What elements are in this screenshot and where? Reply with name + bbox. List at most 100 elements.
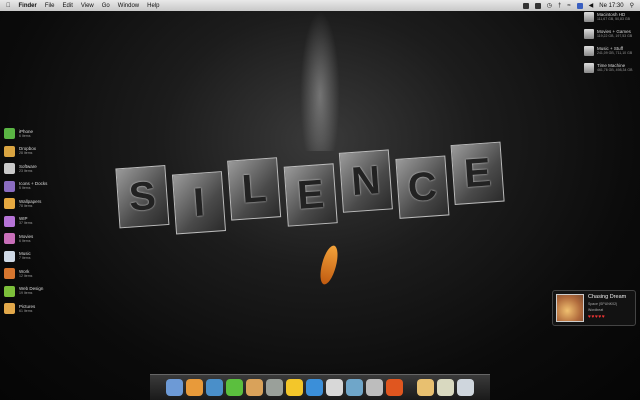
bluetooth-icon[interactable]: †	[558, 3, 561, 9]
folder-text: Dropbox 28 Items	[19, 146, 36, 156]
folder-wallpapers[interactable]: Wallpapers 78 Items	[4, 196, 47, 212]
folder-text: Work 12 Items	[19, 269, 32, 279]
folder-text: iPhone 6 Items	[19, 129, 33, 139]
volume-icon[interactable]: ◀	[589, 2, 594, 9]
folder-work[interactable]: Work 12 Items	[4, 266, 47, 282]
rating-hearts[interactable]: ♥♥♥♥♥	[588, 314, 626, 320]
folder-stack: iPhone 6 Items Dropbox 28 Items Software 23 I…	[4, 126, 47, 317]
folder-count: 78 Items	[19, 203, 33, 208]
clock[interactable]: Ne 17:30	[599, 3, 623, 9]
folder-text: Music 7 Items	[19, 251, 31, 261]
folder-icon	[4, 285, 15, 297]
folder-count: 6 Items	[19, 238, 31, 243]
drive-item[interactable]: Movies + Games 119,22 GB, 197,53 GB	[584, 29, 632, 39]
track-title: Chasing Dream	[588, 294, 627, 300]
time-machine-icon[interactable]: ◷	[547, 2, 552, 9]
art-letter: I	[171, 171, 227, 235]
menu-app-name[interactable]: Finder	[19, 3, 37, 9]
menu-edit[interactable]: Edit	[63, 3, 73, 9]
folder-count: 19 Items	[19, 291, 33, 296]
folder-count: 61 Items	[19, 308, 33, 313]
folder-count: 12 Items	[19, 273, 33, 278]
drive-item[interactable]: Music + Stuff 241,09 GB, 711,10 GB	[584, 46, 632, 56]
folder-icon	[4, 250, 15, 262]
folder-count: 6 Items	[19, 133, 31, 138]
dock-notes-icon[interactable]	[186, 379, 203, 396]
folder-text: Pictures 61 Items	[19, 304, 35, 314]
drive-item[interactable]: Time Machine 461,76 GB, 498,34 GB	[584, 63, 632, 73]
music-widget: Chasing Dream Space (SPUNK02) Wordbeat ♥…	[552, 290, 636, 326]
menu-window[interactable]: Window	[118, 3, 139, 9]
folder-text: Icons + Docks 5 Items	[19, 181, 47, 191]
drives-widget: Macintosh HD 111,67 GB, 50,83 GB Movies + …	[584, 12, 632, 73]
status-icon[interactable]	[534, 2, 541, 9]
art-letter: E	[450, 141, 505, 205]
drive-size: 111,67 GB, 50,83 GB	[597, 17, 630, 21]
folder-icon	[4, 233, 15, 245]
menu-help[interactable]: Help	[147, 3, 159, 9]
hard-drive-icon	[584, 63, 594, 73]
folder-icons-docks[interactable]: Icons + Docks 5 Items	[4, 179, 47, 195]
folder-icon	[4, 180, 15, 192]
folder-icon	[4, 145, 15, 157]
goldfish	[317, 243, 341, 287]
menu-view[interactable]: View	[81, 3, 94, 9]
folder-count: 7 Items	[19, 256, 31, 261]
menu-go[interactable]: Go	[102, 3, 110, 9]
dock-feather-icon[interactable]	[306, 379, 323, 396]
art-letter: S	[115, 165, 170, 229]
dock-itunes-icon[interactable]	[266, 379, 283, 396]
folder-icon	[4, 128, 15, 140]
track-album: Wordbeat	[588, 308, 604, 312]
flag-icon[interactable]	[576, 2, 583, 9]
dock-downloads-icon[interactable]	[417, 379, 434, 396]
dock-finder-icon[interactable]	[166, 379, 183, 396]
art-letter: L	[227, 157, 282, 221]
folder-text: Web Design 19 Items	[19, 286, 43, 296]
folder-icon	[4, 163, 15, 175]
dock-documents-icon[interactable]	[437, 379, 454, 396]
folder-count: 23 Items	[19, 168, 33, 173]
menu-file[interactable]: File	[45, 3, 55, 9]
status-icon[interactable]	[522, 2, 529, 9]
menu-bar:  Finder File Edit View Go Window Help ◷…	[0, 0, 640, 11]
dock-facetime-icon[interactable]	[226, 379, 243, 396]
folder-icon	[4, 303, 15, 315]
album-art[interactable]	[556, 294, 584, 322]
folder-iphone[interactable]: iPhone 6 Items	[4, 126, 47, 142]
folder-wip[interactable]: WIP 37 Items	[4, 214, 47, 230]
folder-text: Movies 6 Items	[19, 234, 33, 244]
dock-system-preferences-icon[interactable]	[366, 379, 383, 396]
dock-trash-icon[interactable]	[457, 379, 474, 396]
folder-software[interactable]: Software 23 Items	[4, 161, 47, 177]
spotlight-icon[interactable]: ⚲	[630, 2, 634, 9]
folder-count: 37 Items	[19, 221, 33, 226]
dock-preview-icon[interactable]	[346, 379, 363, 396]
dock-textedit-icon[interactable]	[326, 379, 343, 396]
wifi-icon[interactable]: ≈	[567, 3, 570, 9]
wallpaper-art: SILENCE	[97, 115, 524, 254]
folder-dropbox[interactable]: Dropbox 28 Items	[4, 144, 47, 160]
apple-menu-icon[interactable]: 	[6, 3, 11, 9]
drive-text: Movies + Games 119,22 GB, 197,53 GB	[597, 29, 632, 39]
drive-item[interactable]: Macintosh HD 111,67 GB, 50,83 GB	[584, 12, 632, 22]
folder-movies[interactable]: Movies 6 Items	[4, 231, 47, 247]
art-letter: N	[338, 149, 393, 213]
art-letter: C	[395, 155, 450, 219]
folder-music[interactable]: Music 7 Items	[4, 249, 47, 265]
folder-pictures[interactable]: Pictures 61 Items	[4, 301, 47, 317]
folder-count: 5 Items	[19, 186, 31, 191]
hard-drive-icon	[584, 29, 594, 39]
folder-text: Software 23 Items	[19, 164, 37, 174]
hard-drive-icon	[584, 46, 594, 56]
drive-size: 119,22 GB, 197,53 GB	[597, 34, 633, 38]
dock-safari-icon[interactable]	[206, 379, 223, 396]
drive-text: Time Machine 461,76 GB, 498,34 GB	[597, 63, 632, 73]
drive-size: 241,09 GB, 711,10 GB	[597, 51, 633, 55]
folder-count: 28 Items	[19, 151, 33, 156]
dock-twitter-icon[interactable]	[246, 379, 263, 396]
dock-cyberduck-icon[interactable]	[286, 379, 303, 396]
folder-web-design[interactable]: Web Design 19 Items	[4, 284, 47, 300]
folder-text: Wallpapers 78 Items	[19, 199, 41, 209]
dock-firefox-icon[interactable]	[386, 379, 403, 396]
